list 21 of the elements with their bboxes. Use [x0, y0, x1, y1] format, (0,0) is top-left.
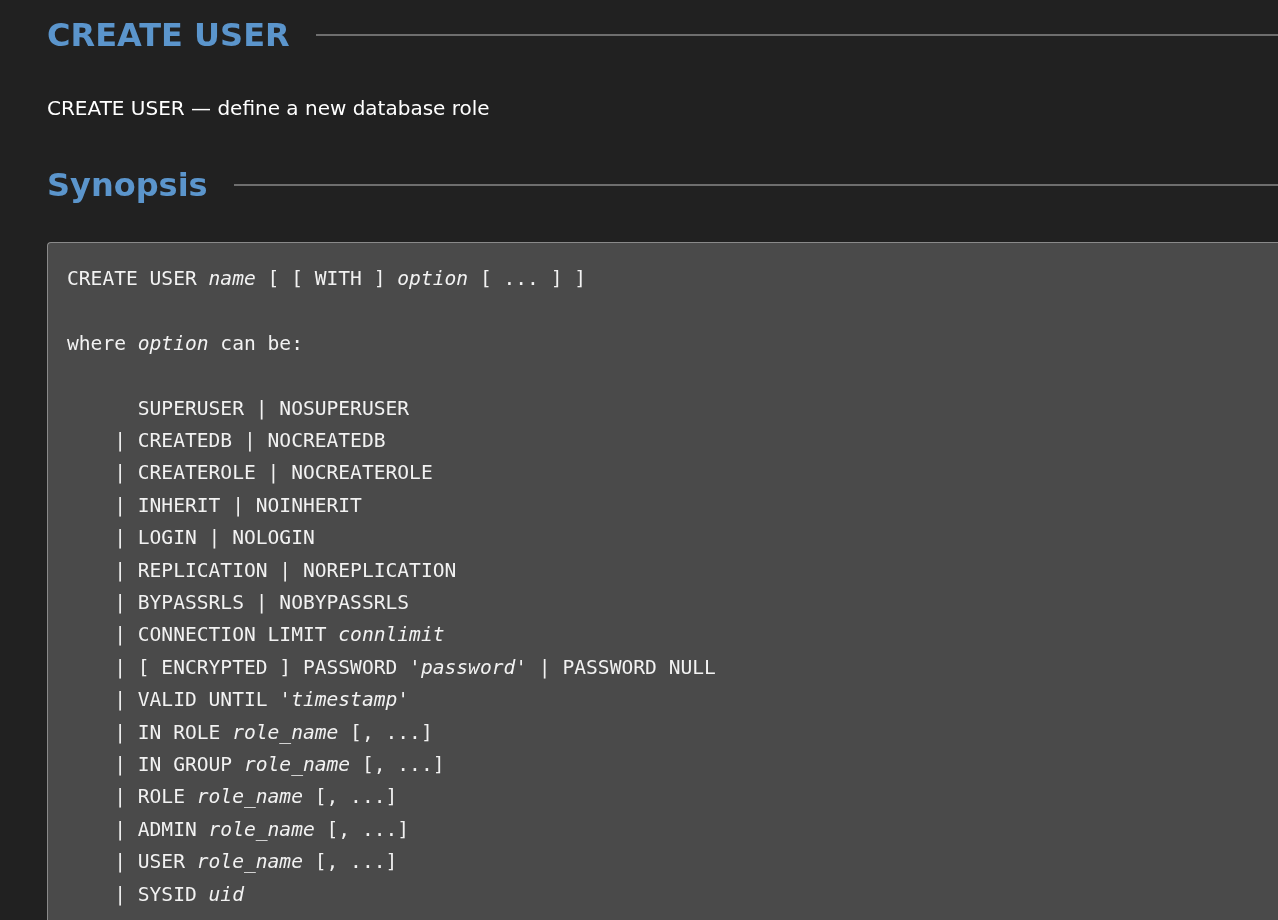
code-line: CREATE USER name [ [ WITH ] option [ ... ] ]	[67, 266, 587, 292]
code-line: | USER role_name [, ...]	[113, 849, 398, 876]
code-line: SUPERUSER | NOSUPERUSER	[136, 395, 410, 422]
code-line: | IN GROUP role_name [, ...]	[113, 752, 445, 779]
code-line: | BYPASSRLS | NOBYPASSRLS	[113, 590, 410, 617]
code-line: | LOGIN | NOLOGIN	[113, 525, 315, 552]
description: CREATE USER — define a new database role	[47, 95, 491, 122]
code-line: | SYSID uid	[113, 881, 244, 908]
code-line: | CREATEDB | NOCREATEDB	[113, 428, 386, 454]
code-line: | CONNECTION LIMIT connlimit	[113, 622, 445, 649]
code-line: | ADMIN role_name [, ...]	[113, 816, 410, 843]
code-line: | VALID UNTIL 'timestamp'	[113, 687, 410, 714]
code-line: where option can be:	[67, 330, 303, 357]
code-line: | IN ROLE role_name [, ...]	[113, 719, 433, 746]
code-line: | ROLE role_name [, ...]	[113, 784, 398, 811]
code-line: | [ ENCRYPTED ] PASSWORD 'password' | PASSWORD NULL	[113, 654, 716, 681]
section-heading: Synopsis	[47, 165, 208, 206]
code-line: | REPLICATION | NOREPLICATION	[113, 557, 457, 584]
code-line: | CREATEROLE | NOCREATEROLE	[113, 460, 433, 487]
code-line: | INHERIT | NOINHERIT	[113, 492, 362, 519]
section-heading: CREATE USER	[47, 15, 290, 56]
